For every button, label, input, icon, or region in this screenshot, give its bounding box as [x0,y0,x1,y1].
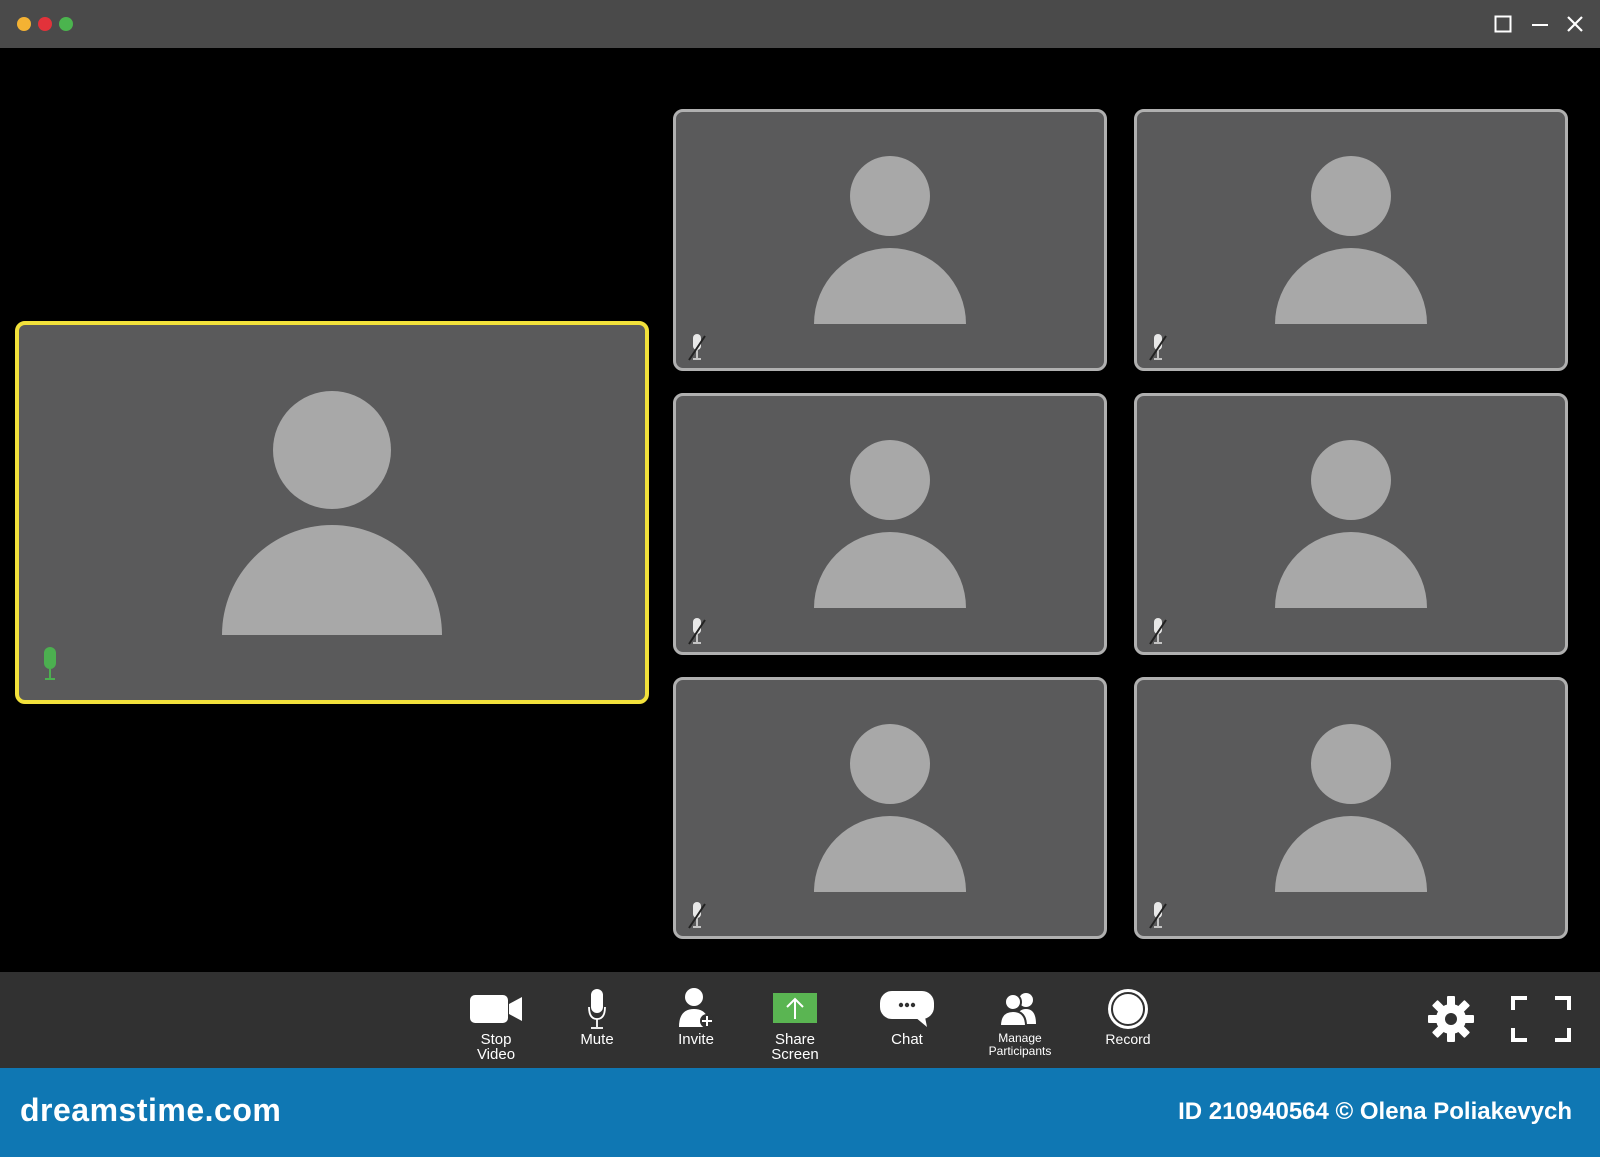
participant-tile[interactable] [1134,393,1568,655]
muted-microphone-icon [1147,334,1169,367]
stock-footer: dreamstime.com ID 210940564 © Olena Poli… [0,1068,1600,1157]
mute-button[interactable]: Mute [568,972,626,1068]
window-minimize-dot[interactable] [17,17,31,31]
share-screen-icon [773,986,817,1032]
manage-participants-label: Manage Participants [988,1031,1052,1058]
invite-button[interactable]: Invite [666,972,726,1068]
participant-tile[interactable] [673,393,1107,655]
microphone-icon [39,647,61,686]
stop-video-label: Stop Video [476,1031,516,1063]
video-camera-icon [469,986,523,1032]
chat-bubble-icon [879,986,935,1032]
maximize-icon[interactable] [1489,10,1517,38]
participants-icon [996,986,1044,1032]
muted-microphone-icon [1147,618,1169,651]
chat-label: Chat [891,1031,923,1048]
record-icon [1106,986,1150,1032]
participant-tile[interactable] [673,109,1107,371]
participant-tile[interactable] [1134,109,1568,371]
brand-text: dreamstime.com [20,1092,282,1128]
participant-avatar [222,391,442,635]
stop-video-button[interactable]: Stop Video [458,972,534,1068]
mute-label: Mute [580,1031,614,1048]
participant-avatar [1275,440,1427,608]
share-screen-label: Share Screen [771,1031,819,1063]
add-user-icon [675,986,717,1032]
participant-avatar [1275,724,1427,892]
muted-microphone-icon [686,618,708,651]
muted-microphone-icon [686,902,708,935]
participant-avatar [1275,156,1427,324]
gear-icon [1426,996,1476,1042]
meeting-toolbar: Stop Video Mute Invite Share Screen Chat… [0,972,1600,1068]
muted-microphone-icon [686,334,708,367]
participant-tile[interactable] [1134,677,1568,939]
window-close-dot[interactable] [38,17,52,31]
record-button[interactable]: Record [1096,972,1160,1068]
video-call-window: Stop Video Mute Invite Share Screen Chat… [0,0,1600,1068]
chat-button[interactable]: Chat [876,972,938,1068]
manage-participants-button[interactable]: Manage Participants [982,972,1058,1068]
microphone-icon [586,986,608,1032]
participant-avatar [814,156,966,324]
minimize-icon[interactable] [1526,10,1554,38]
participant-avatar [814,440,966,608]
fullscreen-button[interactable] [1508,972,1574,1068]
title-bar [0,0,1600,48]
participant-tile[interactable] [673,677,1107,939]
close-icon[interactable] [1561,10,1589,38]
image-credit: ID 210940564 © Olena Poliakevych [1178,1098,1572,1125]
share-screen-button[interactable]: Share Screen [762,972,828,1068]
record-label: Record [1105,1031,1151,1047]
settings-button[interactable] [1424,972,1478,1068]
muted-microphone-icon [1147,902,1169,935]
invite-label: Invite [678,1031,714,1048]
participant-avatar [814,724,966,892]
active-speaker-tile[interactable] [15,321,649,704]
window-zoom-dot[interactable] [59,17,73,31]
fullscreen-icon [1511,996,1571,1042]
